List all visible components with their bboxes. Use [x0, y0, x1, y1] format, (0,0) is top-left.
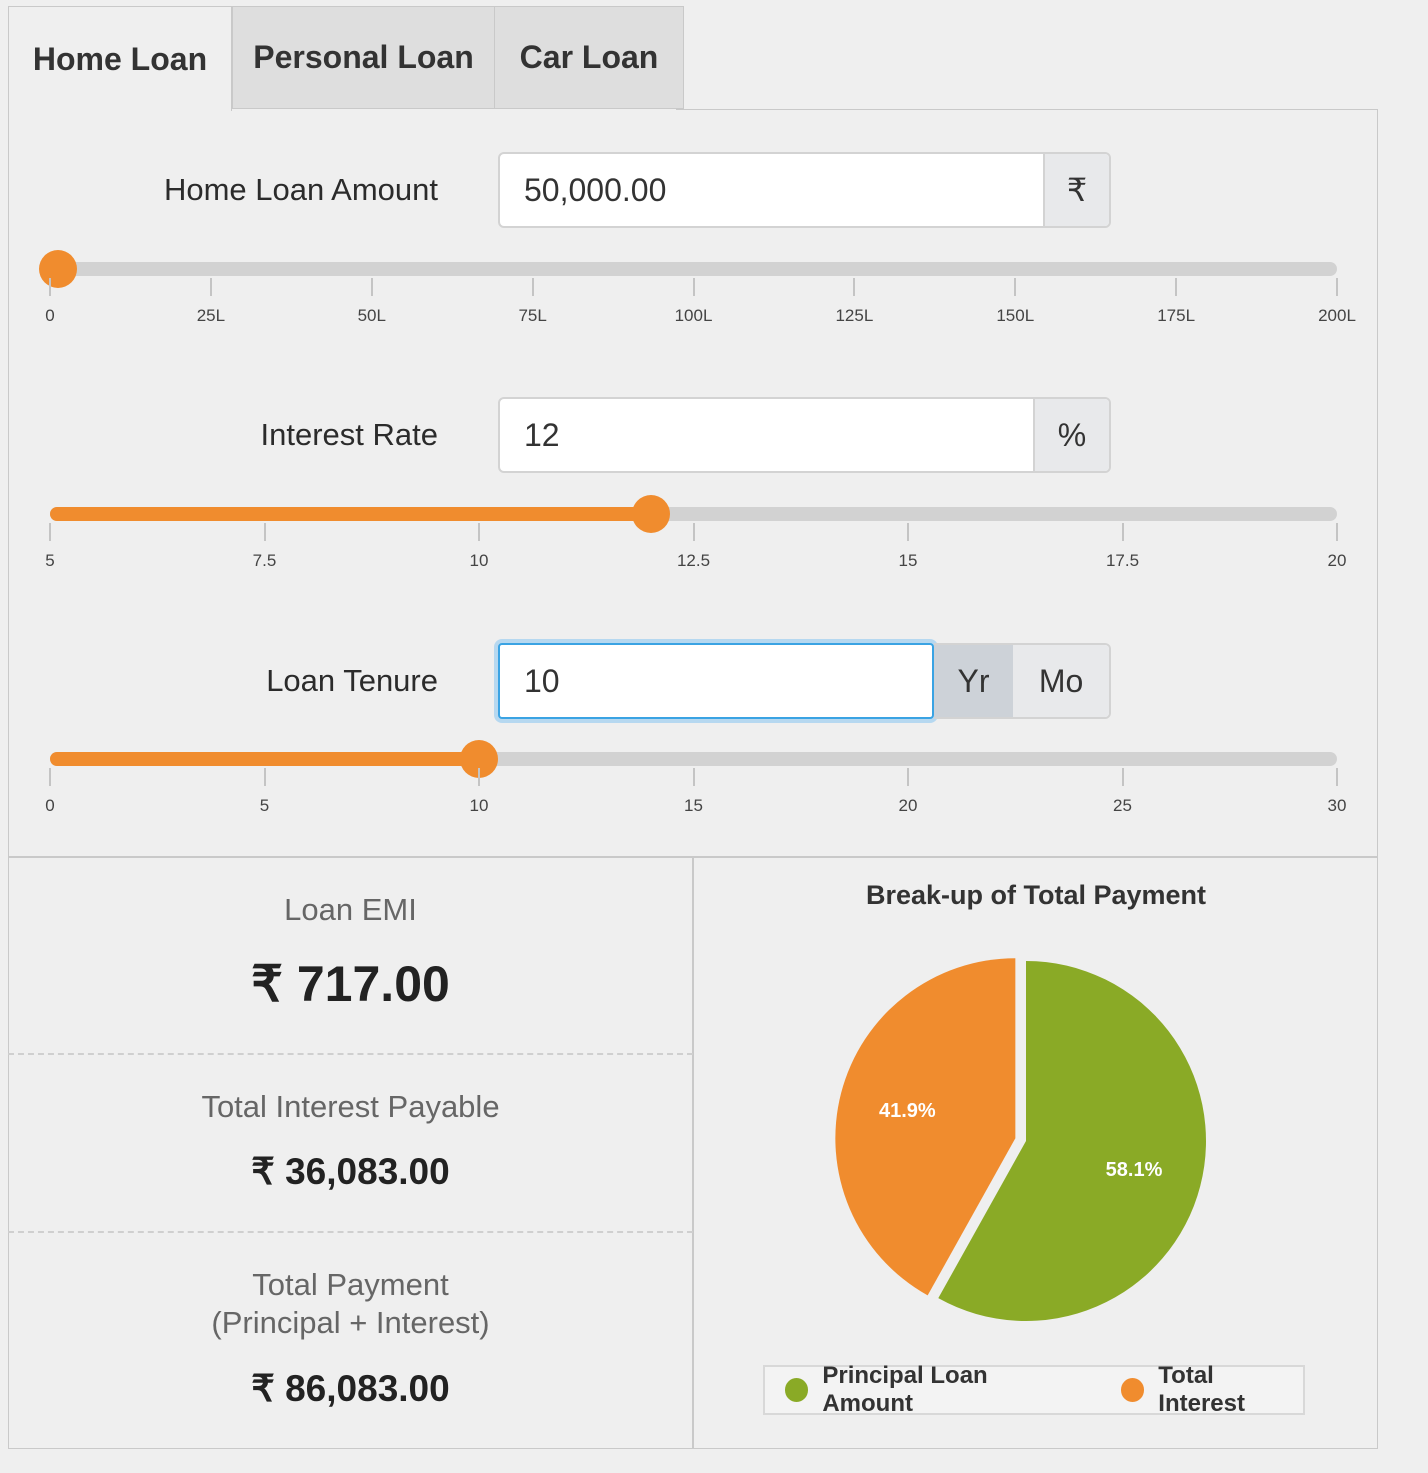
rate-field: 12 % — [498, 397, 1111, 473]
tenure-tick-label: 20 — [898, 796, 918, 815]
rate-tick-label: 12.5 — [676, 551, 711, 570]
results-separator — [8, 1231, 693, 1233]
tab-car-loan[interactable]: Car Loan — [494, 6, 684, 109]
amount-tick-label: 75L — [518, 306, 547, 325]
payment-sublabel: (Principal + Interest) — [211, 1305, 490, 1340]
amount-tick — [692, 278, 695, 296]
rate-tick-label: 17.5 — [1105, 551, 1140, 570]
tenure-tick — [263, 768, 266, 786]
rate-tick-label: 10 — [469, 551, 489, 570]
tenure-tick-label: 10 — [469, 796, 489, 815]
tenure-tick — [692, 768, 695, 786]
tenure-tick-label: 0 — [45, 796, 55, 815]
amount-tick-label: 175L — [1157, 306, 1196, 325]
emi-value: ₹ 717.00 — [251, 956, 450, 1012]
unit-month-button[interactable]: Mo — [1013, 645, 1109, 717]
tenure-tick — [478, 768, 480, 786]
amount-tick — [209, 278, 212, 296]
amount-tick-label: 0 — [45, 306, 55, 325]
legend-dot-interest — [1120, 1378, 1145, 1402]
amount-tick — [1014, 278, 1017, 296]
payment-label: Total Payment — [252, 1267, 449, 1302]
rate-input[interactable]: 12 — [500, 399, 1033, 471]
rate-tick-label: 15 — [898, 551, 918, 570]
emi-label: Loan EMI — [284, 892, 417, 927]
amount-slider-handle[interactable] — [39, 250, 77, 288]
rate-tick — [907, 523, 909, 541]
rate-label: Interest Rate — [260, 417, 438, 452]
rate-tick — [263, 523, 266, 541]
tenure-tick-label: 25 — [1113, 796, 1132, 815]
interest-value: ₹ 36,083.00 — [251, 1151, 450, 1192]
amount-tick — [853, 278, 856, 296]
amount-input[interactable]: 50,000.00 — [500, 154, 1043, 226]
chart-legend: Principal Loan Amount Total Interest — [763, 1362, 1305, 1418]
tenure-tick — [1121, 768, 1124, 786]
amount-tick-label: 200L — [1318, 306, 1356, 325]
tab-personal-loan[interactable]: Personal Loan — [232, 6, 495, 109]
tenure-tick — [907, 768, 909, 786]
amount-tick — [1336, 278, 1338, 296]
tenure-tick-label: 15 — [684, 796, 703, 815]
tenure-field: 10 — [498, 643, 934, 719]
rate-tick-label: 5 — [45, 551, 55, 570]
percent-addon: % — [1033, 399, 1109, 471]
rate-tick-label: 7.5 — [252, 551, 277, 570]
legend-label-interest: Total Interest — [1158, 1362, 1245, 1417]
amount-tick — [1175, 278, 1178, 296]
pie-label-interest: 41.9% — [879, 1100, 936, 1122]
tenure-unit-toggle: Yr Mo — [934, 643, 1111, 719]
rate-tick — [49, 523, 51, 541]
amount-slider[interactable] — [39, 250, 1337, 288]
unit-year-button[interactable]: Yr — [934, 645, 1014, 717]
rate-slider-fill — [50, 507, 651, 521]
amount-field: 50,000.00 ₹ — [498, 152, 1111, 228]
rate-slider-handle[interactable] — [631, 495, 670, 533]
payment-value: ₹ 86,083.00 — [251, 1368, 450, 1409]
amount-tick-label: 125L — [835, 306, 874, 325]
rate-tick — [1336, 523, 1338, 541]
rate-tick-label: 20 — [1327, 551, 1347, 570]
tenure-slider-fill — [50, 752, 479, 766]
rate-tick — [1121, 523, 1124, 541]
pie-label-principal: 58.1% — [1106, 1159, 1163, 1181]
tenure-tick-label: 5 — [259, 796, 270, 815]
legend-item-interest[interactable]: Total Interest — [1120, 1362, 1303, 1418]
legend-label-principal: Principal Loan Amount — [822, 1362, 988, 1417]
rupee-addon: ₹ — [1043, 154, 1109, 226]
tenure-tick-label: 30 — [1327, 796, 1347, 815]
amount-tick — [370, 278, 373, 296]
tenure-tick — [49, 768, 51, 786]
results-separator — [8, 1053, 693, 1055]
rate-slider[interactable] — [50, 495, 1337, 533]
amount-tick — [531, 278, 534, 296]
legend-item-principal[interactable]: Principal Loan Amount — [785, 1362, 1077, 1418]
legend-dot-principal — [785, 1378, 809, 1402]
amount-tick-label: 100L — [674, 306, 713, 325]
rate-tick — [478, 523, 480, 541]
tenure-label: Loan Tenure — [266, 663, 438, 698]
amount-tick-label: 150L — [996, 306, 1035, 325]
tenure-tick — [1336, 768, 1338, 786]
tenure-input[interactable]: 10 — [500, 645, 932, 717]
rate-tick — [692, 523, 695, 541]
payment-pie-chart: 58.1% 41.9% — [835, 958, 1206, 1321]
chart-title: Break-up of Total Payment — [865, 880, 1207, 910]
interest-label: Total Interest Payable — [201, 1089, 500, 1124]
amount-tick — [49, 278, 51, 296]
amount-label: Home Loan Amount — [163, 172, 438, 207]
tab-home-loan[interactable]: Home Loan — [8, 6, 232, 111]
tenure-slider[interactable] — [50, 740, 1337, 778]
amount-tick-label: 25L — [196, 306, 226, 325]
amount-tick-label: 50L — [357, 306, 386, 325]
